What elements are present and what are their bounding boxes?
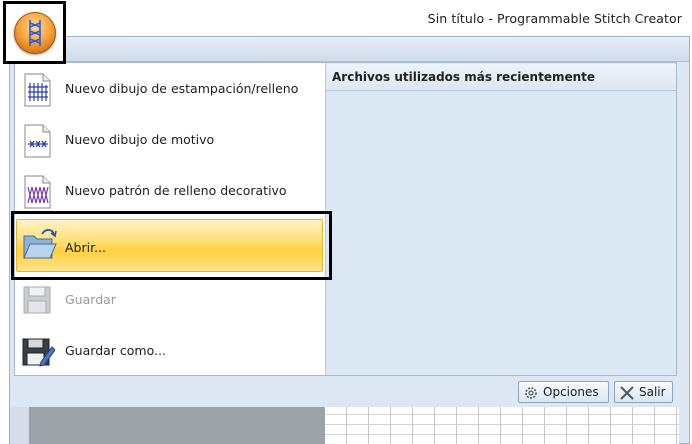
menu-item-label: Guardar como... bbox=[65, 343, 166, 358]
options-button[interactable]: Opciones bbox=[518, 381, 609, 403]
recent-files-title: Archivos utilizados más recientemente bbox=[332, 70, 596, 84]
title-bar: Sin título - Programmable Stitch Creator bbox=[0, 0, 692, 38]
menu-item-label: Guardar bbox=[65, 292, 116, 307]
workspace-left-strip bbox=[10, 407, 29, 444]
menu-item-new-decorative-fill[interactable]: Nuevo patrón de relleno decorativo bbox=[17, 168, 322, 212]
recent-files-panel bbox=[325, 63, 676, 375]
exit-button[interactable]: Salir bbox=[614, 381, 673, 403]
menu-item-label: Nuevo patrón de relleno decorativo bbox=[65, 183, 287, 198]
recent-files-header: Archivos utilizados más recientemente bbox=[326, 64, 676, 91]
options-button-label: Opciones bbox=[543, 385, 599, 399]
close-icon bbox=[620, 386, 634, 400]
new-decorative-fill-icon bbox=[21, 175, 53, 209]
menu-item-label: Nuevo dibujo de estampación/relleno bbox=[65, 81, 299, 96]
menu-item-save[interactable]: Guardar bbox=[17, 277, 322, 321]
new-stamp-fill-icon bbox=[21, 73, 53, 107]
save-as-icon bbox=[21, 335, 56, 367]
selected-item-highlight bbox=[11, 211, 332, 280]
gear-icon bbox=[525, 387, 537, 399]
window-title: Sin título - Programmable Stitch Creator bbox=[427, 11, 682, 26]
exit-button-label: Salir bbox=[639, 385, 666, 399]
workspace-gray-area bbox=[29, 407, 325, 444]
menu-item-save-as[interactable]: Guardar como... bbox=[17, 328, 322, 372]
app-menu-button-highlight bbox=[3, 1, 66, 64]
menu-item-new-motif[interactable]: Nuevo dibujo de motivo bbox=[17, 117, 322, 161]
menu-item-label: Nuevo dibujo de motivo bbox=[65, 132, 215, 147]
new-motif-icon bbox=[21, 124, 53, 158]
save-disk-icon bbox=[21, 284, 53, 316]
design-grid[interactable] bbox=[325, 407, 679, 444]
ribbon-strip bbox=[10, 37, 689, 62]
app-menu-button[interactable] bbox=[14, 12, 56, 54]
stitch-logo-icon bbox=[29, 20, 41, 46]
menu-item-new-stamp-fill[interactable]: Nuevo dibujo de estampación/relleno bbox=[17, 66, 322, 110]
